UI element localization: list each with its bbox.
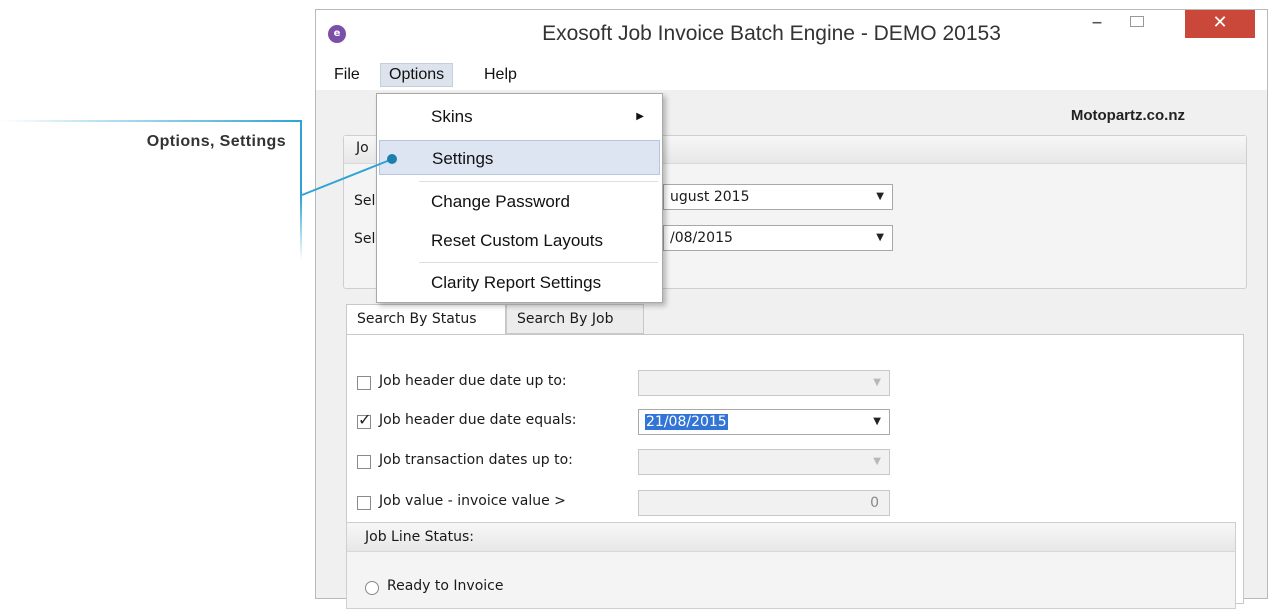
callout-pointer bbox=[301, 154, 397, 196]
callout-dot bbox=[387, 154, 397, 164]
callout-pointer-line bbox=[301, 159, 391, 196]
